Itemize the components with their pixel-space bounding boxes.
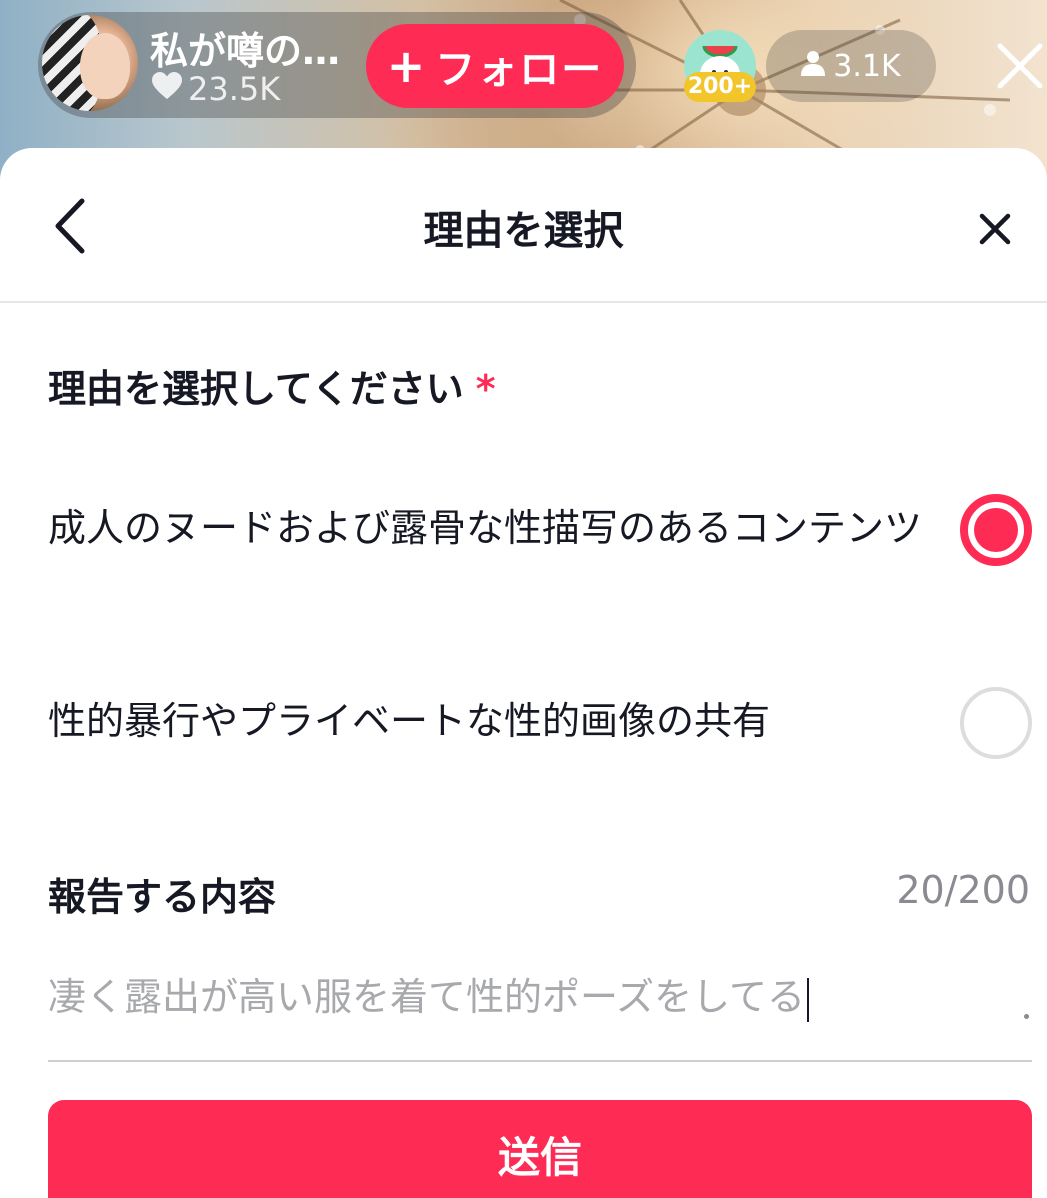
reason-option-label: 性的暴行やプライベートな性的画像の共有 — [48, 699, 771, 743]
host-avatar[interactable] — [42, 15, 138, 111]
radio-button-unselected[interactable] — [960, 687, 1032, 759]
heart-icon — [152, 70, 182, 108]
report-text-value: 凄く露出が高い服を着て性的ポーズをしてる — [48, 975, 805, 1019]
viewer-count: 3.1K — [833, 48, 901, 84]
viewer-count-pill[interactable]: 3.1K — [766, 30, 936, 102]
radio-button-selected[interactable] — [960, 494, 1032, 566]
reason-option-label: 成人のヌードおよび露骨な性描写のあるコンテンツ — [48, 506, 923, 550]
submit-button[interactable]: 送信 — [48, 1100, 1032, 1198]
report-content-title: 報告する内容 — [48, 875, 277, 919]
text-caret — [806, 977, 809, 1022]
host-likes: 23.5K — [152, 70, 280, 108]
required-mark: * — [475, 367, 496, 411]
character-count: 20/200 — [896, 868, 1030, 912]
reason-option-adult-nudity[interactable]: 成人のヌードおよび露骨な性描写のあるコンテンツ — [48, 494, 1038, 620]
close-stream-icon[interactable] — [992, 38, 1047, 94]
reason-option-sexual-abuse[interactable]: 性的暴行やプライベートな性的画像の共有 — [48, 687, 1038, 765]
user-icon — [801, 49, 826, 84]
gift-count-badge: 200+ — [684, 72, 756, 102]
report-text-field[interactable]: 凄く露出が高い服を着て性的ポーズをしてる — [48, 966, 1028, 1022]
likes-count: 23.5K — [188, 70, 281, 108]
follow-label: フォロー — [435, 47, 604, 93]
reason-section-label: 理由を選択してください — [48, 367, 464, 411]
follow-button[interactable]: + フォロー — [366, 24, 624, 108]
plus-icon: + — [386, 39, 428, 93]
text-field-underline — [48, 1060, 1032, 1062]
report-sheet: 理由を選択 理由を選択してください * 成人のヌードおよび露骨な性描写のあるコンテ… — [0, 148, 1047, 1198]
reason-section-title: 理由を選択してください * — [48, 358, 496, 413]
close-icon[interactable] — [972, 206, 1018, 252]
host-name: 私が噂の… — [150, 29, 341, 73]
sheet-header: 理由を選択 — [0, 148, 1047, 303]
resize-handle-icon — [1024, 1014, 1029, 1019]
sheet-title: 理由を選択 — [423, 208, 624, 254]
